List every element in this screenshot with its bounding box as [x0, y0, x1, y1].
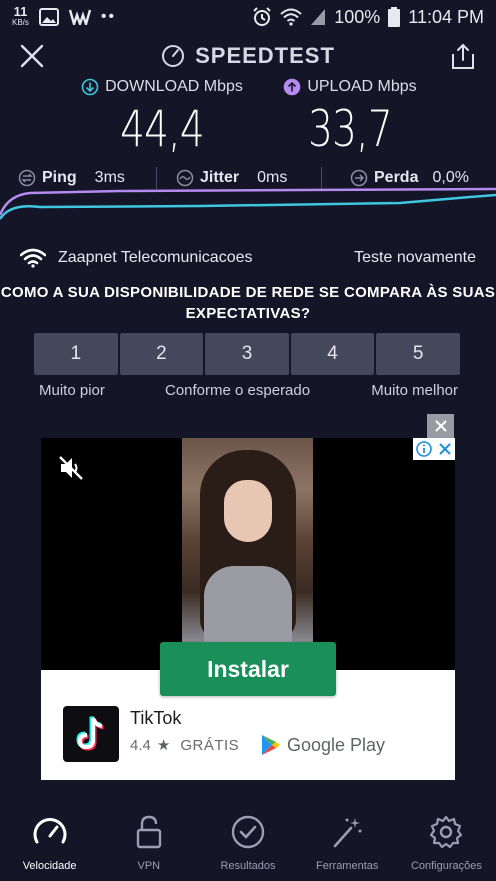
- nav-label: Ferramentas: [316, 860, 379, 872]
- ad-app-rating: 4.4: [130, 736, 151, 754]
- survey-question: COMO A SUA DISPONIBILIDADE DE REDE SE CO…: [0, 284, 496, 322]
- ad-app-meta: 4.4 ★ GRÁTIS: [130, 736, 240, 755]
- battery-percent: 100%: [334, 6, 381, 27]
- wifi-icon: [20, 248, 46, 268]
- nav-label: Velocidade: [22, 860, 77, 872]
- download-label: DOWNLOAD Mbps: [105, 78, 243, 95]
- tiktok-app-icon: [63, 706, 119, 762]
- app-title: SPEEDTEST: [161, 43, 335, 69]
- upload-value: 33,7: [308, 100, 392, 158]
- ad-app-info: TikTok 4.4 ★ GRÁTIS Google Play: [63, 706, 433, 762]
- provider-name: Zaapnet Telecomunicacoes: [58, 249, 253, 266]
- download-value: 44,4: [120, 100, 204, 158]
- network-info: Zaapnet Telecomunicacoes Teste novamente: [20, 246, 476, 270]
- ad-choices[interactable]: [413, 438, 455, 460]
- nav-label: VPN: [137, 860, 161, 872]
- speedometer-icon: [33, 818, 67, 844]
- download-graph-line: [0, 193, 496, 220]
- share-icon[interactable]: [450, 42, 476, 70]
- magic-wand-icon: [333, 818, 362, 848]
- google-play-label: Google Play: [287, 734, 386, 755]
- ad-video-frame: [182, 438, 313, 642]
- cell-signal-icon: [311, 9, 326, 25]
- ad-app-name: TikTok: [130, 708, 182, 728]
- speedtest-logo-icon: [162, 45, 185, 67]
- upload-label: UPLOAD Mbps: [307, 78, 417, 95]
- app-header: SPEEDTEST: [0, 34, 496, 78]
- rating-button-1[interactable]: 1: [34, 333, 118, 375]
- upload-metric: UPLOAD Mbps 33,7: [250, 76, 450, 158]
- download-arrow-icon: [81, 78, 99, 96]
- google-play-icon: [262, 735, 280, 755]
- status-bar: 11 KB/s •• 100% 11:04 PM: [0, 0, 496, 34]
- rating-button-3[interactable]: 3: [205, 333, 289, 375]
- ad-app-price: GRÁTIS: [180, 736, 240, 754]
- star-icon: ★: [156, 737, 171, 754]
- more-notifications-icon: ••: [100, 8, 117, 25]
- close-icon[interactable]: [18, 42, 46, 70]
- clock: 11:04 PM: [408, 6, 484, 27]
- ad-close-button[interactable]: [427, 414, 454, 438]
- tiktok-logo-icon: [76, 715, 104, 751]
- rating-label-high: Muito melhor: [371, 382, 458, 399]
- nav-item-velocidade[interactable]: Velocidade: [0, 800, 99, 881]
- rating-label-low: Muito pior: [39, 382, 105, 399]
- retest-link[interactable]: Teste novamente: [354, 249, 476, 267]
- battery-icon: [388, 7, 401, 27]
- gallery-icon: [38, 8, 59, 26]
- close-icon[interactable]: [438, 442, 452, 456]
- bottom-navigation: Velocidade VPN Resultados Ferramentas Co…: [0, 800, 496, 881]
- info-icon[interactable]: [416, 441, 432, 457]
- mute-icon[interactable]: [57, 454, 85, 482]
- nav-label: Resultados: [220, 860, 276, 872]
- lock-icon: [136, 815, 161, 849]
- gear-icon: [430, 815, 463, 849]
- check-circle-icon: [231, 815, 265, 849]
- install-button[interactable]: Instalar: [160, 642, 336, 696]
- rating-scale: 1 2 3 4 5: [34, 333, 460, 375]
- wifi-status-icon: [280, 8, 302, 26]
- ad-video[interactable]: [41, 438, 455, 670]
- rating-button-4[interactable]: 4: [290, 333, 375, 375]
- nav-item-ferramentas[interactable]: Ferramentas: [298, 800, 397, 881]
- speed-graph: [0, 187, 496, 220]
- alarm-icon: [253, 7, 271, 26]
- rating-button-5[interactable]: 5: [376, 333, 460, 375]
- nav-item-configuracoes[interactable]: Configurações: [397, 800, 496, 881]
- rating-label-mid: Conforme o esperado: [165, 382, 311, 399]
- rating-button-2[interactable]: 2: [119, 333, 204, 375]
- network-speed-indicator: 11 KB/s: [12, 4, 29, 27]
- download-metric: DOWNLOAD Mbps 44,4: [62, 76, 262, 158]
- close-icon: [434, 420, 447, 432]
- nav-item-resultados[interactable]: Resultados: [198, 800, 297, 881]
- google-play-badge: Google Play: [261, 734, 385, 756]
- speed-results: DOWNLOAD Mbps 44,4 UPLOAD Mbps 33,7: [0, 76, 496, 166]
- rating-scale-labels: Muito pior Conforme o esperado Muito mel…: [34, 382, 460, 402]
- app-title-text: SPEEDTEST: [195, 43, 335, 68]
- upload-arrow-icon: [284, 78, 301, 96]
- nav-label: Configurações: [410, 860, 482, 872]
- ad-banner[interactable]: Instalar TikTok 4.4 ★ GRÁTIS Google Play: [41, 438, 455, 780]
- wwe-icon: [68, 9, 91, 25]
- nav-item-vpn[interactable]: VPN: [99, 800, 198, 881]
